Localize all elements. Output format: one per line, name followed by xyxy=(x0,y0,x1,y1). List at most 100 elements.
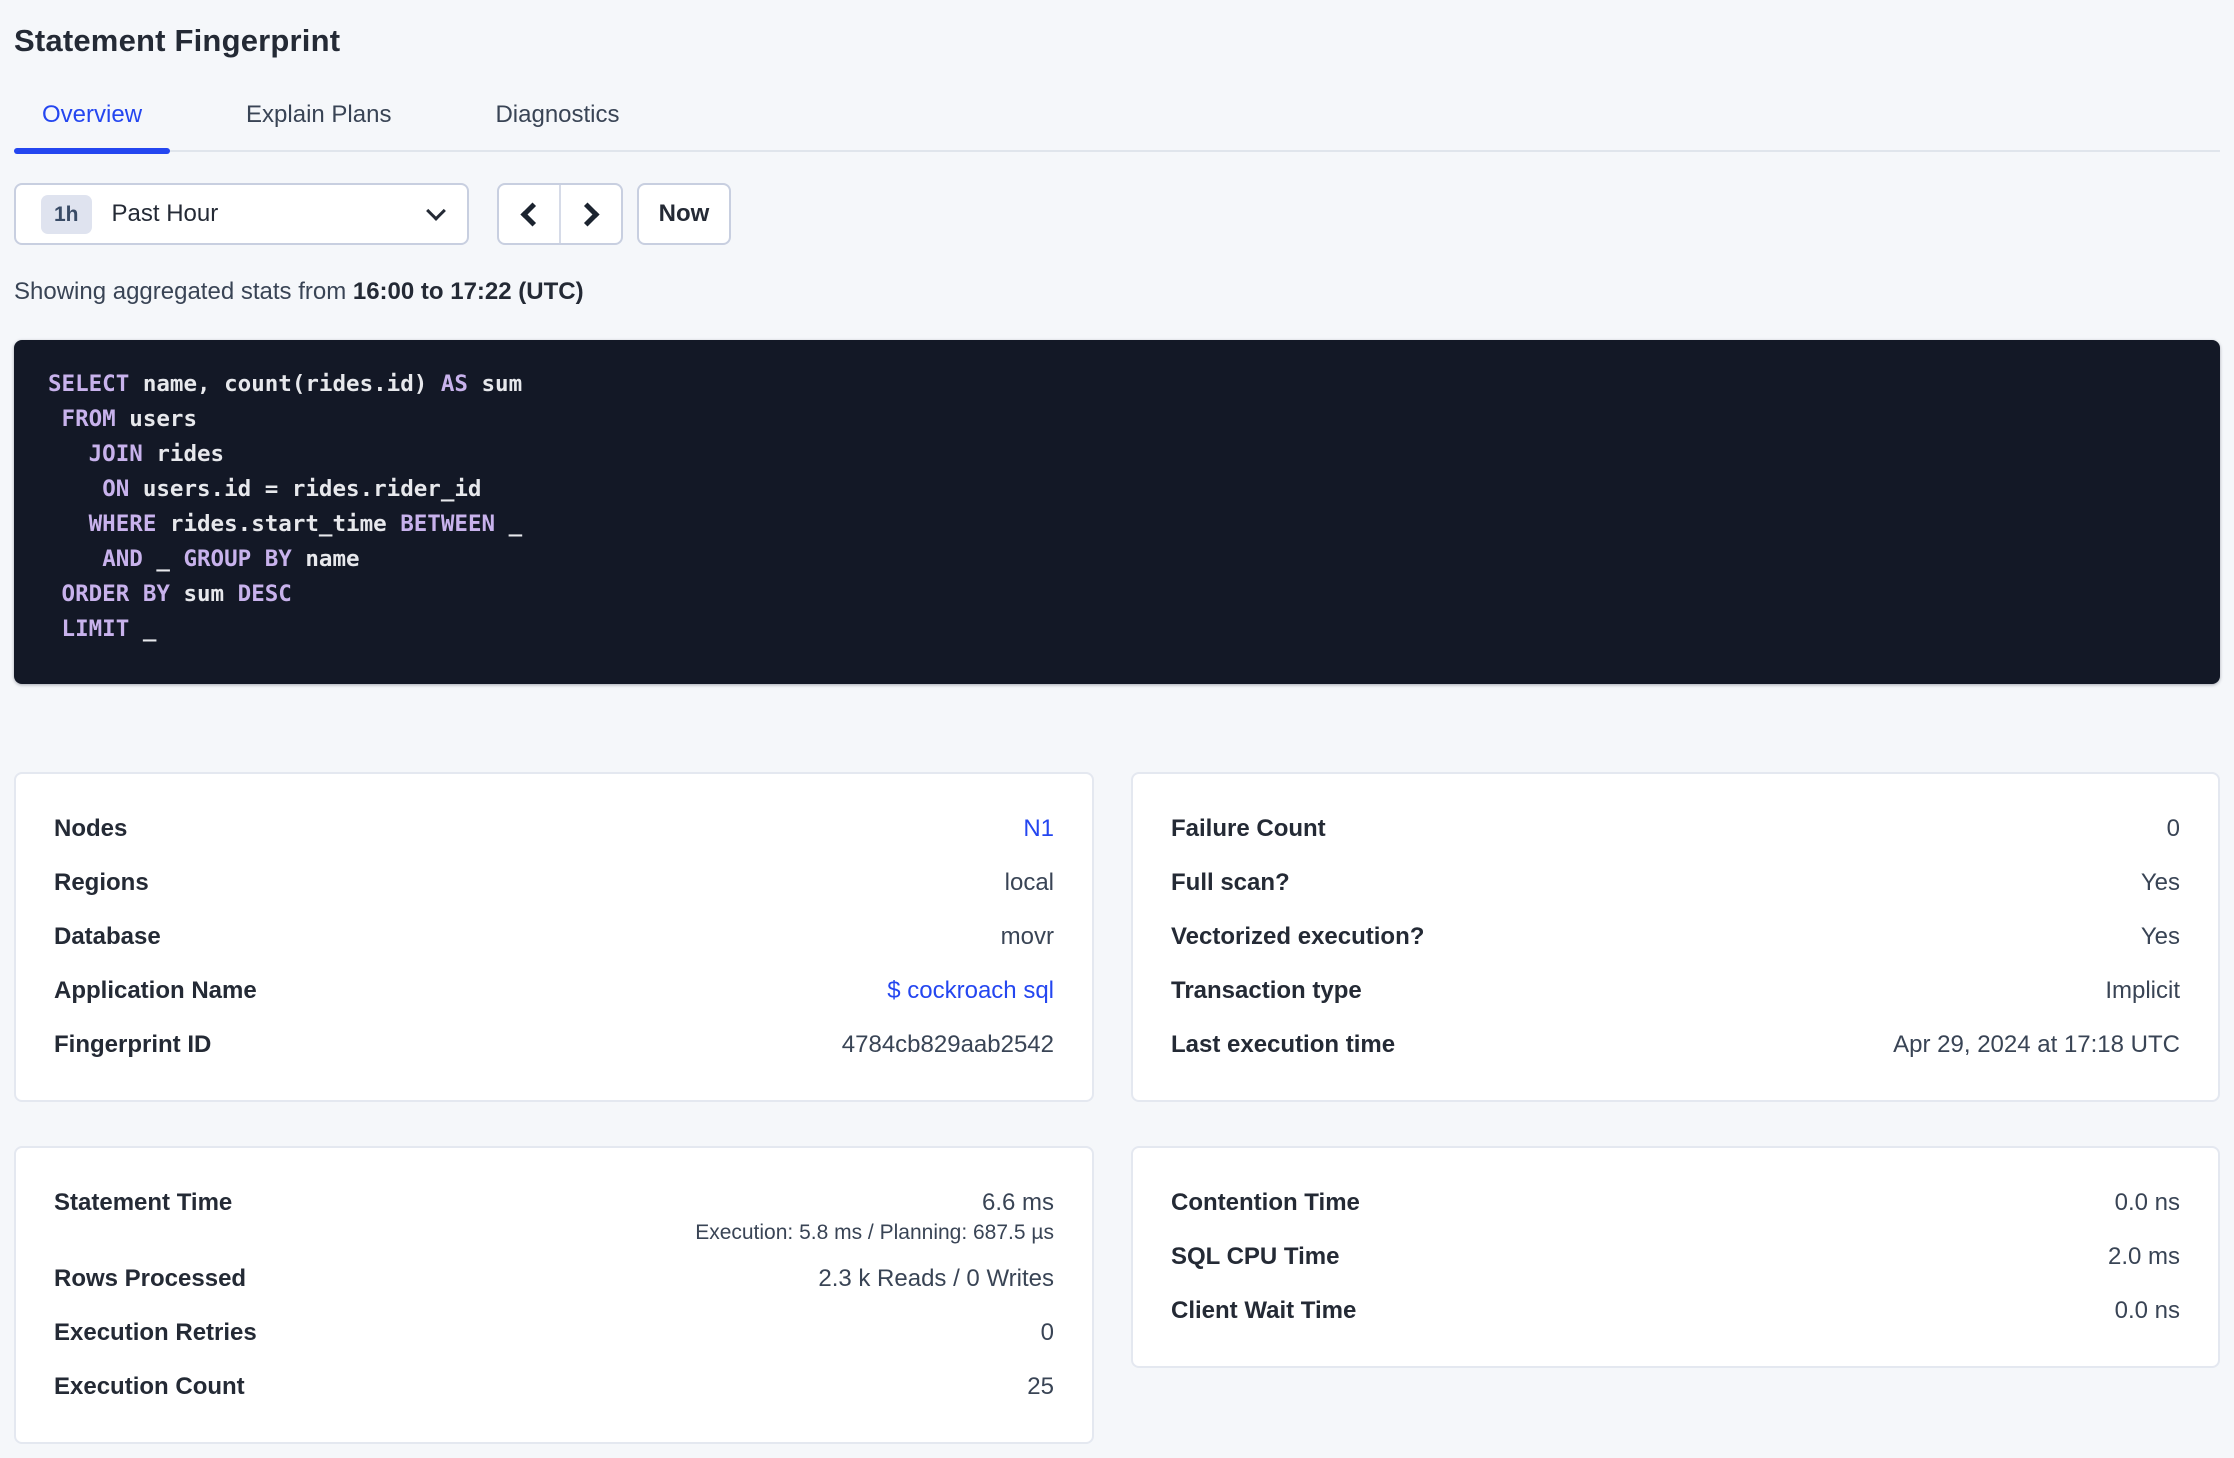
sql-keyword: JOIN xyxy=(88,441,143,467)
row-value: Apr 29, 2024 at 17:18 UTC xyxy=(1893,1031,2180,1058)
row-label: Execution Retries xyxy=(54,1319,257,1346)
row-value-link[interactable]: $ cockroach sql xyxy=(887,977,1054,1005)
card-row: Vectorized execution? Yes xyxy=(1171,910,2180,964)
row-label: Database xyxy=(54,923,161,950)
sql-keyword: ON xyxy=(102,476,130,502)
card-row: Statement Time 6.6 ms Execution: 5.8 ms / … xyxy=(54,1176,1054,1252)
card-row: Full scan? Yes xyxy=(1171,856,2180,910)
row-label: Client Wait Time xyxy=(1171,1297,1357,1324)
sql-text: rides xyxy=(142,441,225,467)
card-row: Execution Retries 0 xyxy=(54,1306,1054,1360)
chevron-left-icon xyxy=(520,201,545,227)
sql-text: _ xyxy=(129,616,157,642)
sql-keyword: SELECT xyxy=(48,371,130,397)
statement-fingerprint-page: Statement Fingerprint Overview Explain Pl… xyxy=(0,22,2234,1444)
previous-range-button[interactable] xyxy=(499,185,561,243)
row-label: Full scan? xyxy=(1171,869,1290,896)
summary-card: Nodes N1 Regions local Database movr Applicati… xyxy=(14,772,1094,1102)
card-row: Execution Count 25 xyxy=(54,1360,1054,1414)
card-row: Nodes N1 xyxy=(54,802,1054,856)
row-value: 0.0 ns xyxy=(2114,1189,2180,1216)
row-subvalue: Execution: 5.8 ms / Planning: 687.5 µs xyxy=(695,1221,1054,1244)
sql-text: users.id = rides.rider_id xyxy=(129,476,482,502)
sql-keyword: BETWEEN xyxy=(400,511,496,537)
sql-line: FROM users xyxy=(48,402,2190,437)
sql-line: ORDER BY sum DESC xyxy=(48,577,2190,612)
time-controls: 1h Past Hour Now xyxy=(14,183,2220,245)
sql-statement: SELECT name, count(rides.id) AS sum FROM… xyxy=(48,367,2190,647)
card-row: Regions local xyxy=(54,856,1054,910)
sql-keyword: AS xyxy=(440,371,468,397)
row-label: Regions xyxy=(54,869,149,896)
sql-text: users xyxy=(115,406,198,432)
wait-times-card: Contention Time 0.0 ns SQL CPU Time 2.0 ms C… xyxy=(1131,1146,2220,1368)
tab-bar: Overview Explain Plans Diagnostics xyxy=(14,100,2220,154)
row-value-link[interactable]: N1 xyxy=(1023,815,1054,843)
stats-cards: Nodes N1 Regions local Database movr Applicati… xyxy=(14,772,2220,1444)
card-row: Failure Count 0 xyxy=(1171,802,2180,856)
chevron-right-icon xyxy=(575,201,600,227)
now-button[interactable]: Now xyxy=(637,183,731,245)
row-label: Nodes xyxy=(54,815,128,842)
card-row: SQL CPU Time 2.0 ms xyxy=(1171,1230,2180,1284)
row-value: Yes xyxy=(2140,869,2180,896)
row-value: movr xyxy=(1000,923,1054,950)
card-row: Application Name $ cockroach sql xyxy=(54,964,1054,1018)
aggregation-note-prefix: Showing aggregated stats from xyxy=(14,278,353,305)
sql-keyword: AND xyxy=(102,546,143,572)
row-label: Application Name xyxy=(54,977,257,1004)
row-label: Vectorized execution? xyxy=(1171,923,1425,950)
aggregation-note-range: 16:00 to 17:22 (UTC) xyxy=(352,278,584,305)
time-range-nav xyxy=(497,183,623,245)
card-row: Database movr xyxy=(54,910,1054,964)
tab-overview[interactable]: Overview xyxy=(14,100,171,154)
row-label: Transaction type xyxy=(1171,977,1362,1004)
sql-keyword: FROM xyxy=(61,406,116,432)
sql-text: _ xyxy=(142,546,184,572)
sql-text: rides.start_time xyxy=(156,511,401,537)
sql-keyword: ORDER BY xyxy=(61,581,170,607)
page-title: Statement Fingerprint xyxy=(14,23,341,58)
sql-keyword: WHERE xyxy=(88,511,157,537)
aggregation-note: Showing aggregated stats from 16:00 to 1… xyxy=(14,277,2220,307)
row-value: 2.0 ms xyxy=(2107,1243,2180,1270)
row-value: 2.3 k Reads / 0 Writes xyxy=(818,1265,1054,1292)
sql-line: JOIN rides xyxy=(48,437,2190,472)
card-row: Rows Processed 2.3 k Reads / 0 Writes xyxy=(54,1252,1054,1306)
row-value: 0.0 ns xyxy=(2114,1297,2180,1324)
timing-card: Statement Time 6.6 ms Execution: 5.8 ms / … xyxy=(14,1146,1094,1444)
chevron-down-icon xyxy=(426,201,446,221)
row-label: Statement Time xyxy=(54,1189,233,1216)
sql-text: name, count(rides.id) xyxy=(129,371,441,397)
tab-explain-plans[interactable]: Explain Plans xyxy=(218,100,419,150)
row-value: 25 xyxy=(1027,1373,1054,1400)
row-value: local xyxy=(1004,869,1054,896)
time-range-badge: 1h xyxy=(41,194,92,234)
next-range-button[interactable] xyxy=(561,185,621,243)
row-value: 6.6 ms xyxy=(981,1189,1054,1216)
row-value: 0 xyxy=(1040,1319,1054,1346)
row-value: Implicit xyxy=(2105,977,2180,1004)
time-range-label: Past Hour xyxy=(111,200,219,227)
sql-keyword: LIMIT xyxy=(61,616,130,642)
row-label: Execution Count xyxy=(54,1373,245,1400)
card-row: Client Wait Time 0.0 ns xyxy=(1171,1284,2180,1338)
row-label: Fingerprint ID xyxy=(54,1031,212,1058)
sql-line: SELECT name, count(rides.id) AS sum xyxy=(48,367,2190,402)
card-row: Fingerprint ID 4784cb829aab2542 xyxy=(54,1018,1054,1072)
row-value: 4784cb829aab2542 xyxy=(841,1031,1054,1058)
sql-text: name xyxy=(291,546,360,572)
sql-line: ON users.id = rides.rider_id xyxy=(48,472,2190,507)
sql-text: sum xyxy=(169,581,238,607)
sql-line: AND _ GROUP BY name xyxy=(48,542,2190,577)
time-range-select[interactable]: 1h Past Hour xyxy=(14,183,469,245)
card-row: Transaction type Implicit xyxy=(1171,964,2180,1018)
tab-diagnostics[interactable]: Diagnostics xyxy=(467,100,647,150)
card-row: Contention Time 0.0 ns xyxy=(1171,1176,2180,1230)
